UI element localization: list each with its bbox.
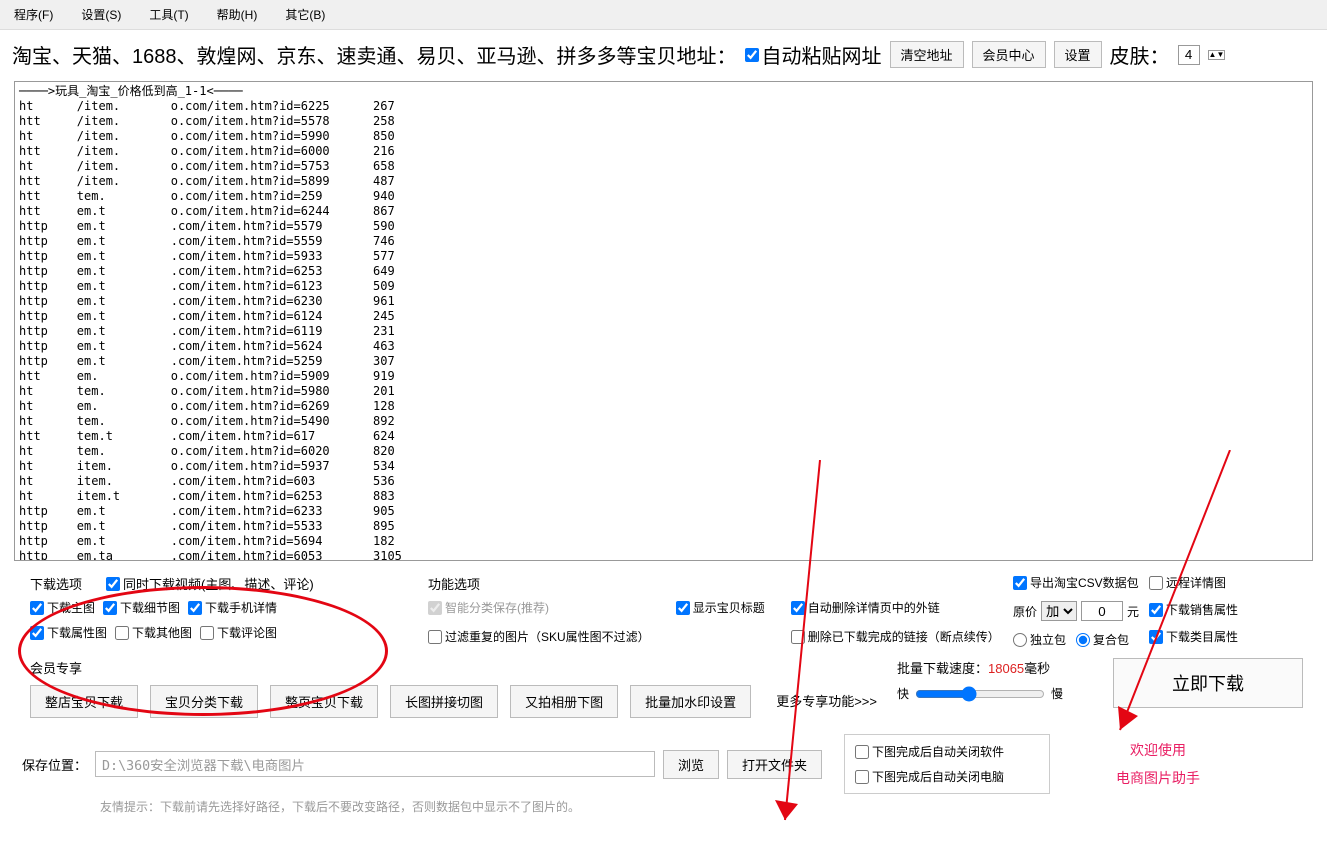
fast-label: 快 <box>897 685 909 702</box>
opt-remote-detail[interactable]: 远程详情图 <box>1149 574 1238 591</box>
func-smart-save[interactable]: 智能分类保存(推荐) <box>428 599 650 616</box>
long-img-button[interactable]: 长图拼接切图 <box>390 685 498 718</box>
spinner-icon[interactable]: ▲▼ <box>1208 50 1226 60</box>
func-filter-dup[interactable]: 过滤重复的图片（SKU属性图不过滤） <box>428 628 650 645</box>
member-exclusive-group: 会员专享 整店宝贝下载 宝贝分类下载 整页宝贝下载 长图拼接切图 又拍相册下图 … <box>30 658 751 718</box>
price-unit: 元 <box>1127 603 1139 620</box>
opt-sale-attr[interactable]: 下载销售属性 <box>1149 601 1238 618</box>
auto-paste-checkbox[interactable]: 自动粘贴网址 <box>745 40 882 69</box>
address-label: 淘宝、天猫、1688、敦煌网、京东、速卖通、易贝、亚马逊、拼多多等宝贝地址： <box>12 40 737 69</box>
skin-label: 皮肤： <box>1110 40 1170 69</box>
menu-settings[interactable]: 设置(S) <box>81 6 121 23</box>
url-textarea[interactable]: ────>玩具_淘宝_价格低到高_1-1<──── ht /item. o.co… <box>14 81 1313 561</box>
download-options-group: 下载选项 同时下载视频(主图、描述、评论) 下载主图 下载细节图 下载手机详情 … <box>30 574 400 648</box>
menu-tools[interactable]: 工具(T) <box>149 6 188 23</box>
func-show-title[interactable]: 显示宝贝标题 <box>676 599 765 616</box>
opt-comment-img[interactable]: 下载评论图 <box>200 624 277 641</box>
speed-unit: 毫秒 <box>1024 661 1050 676</box>
opt-detail-img[interactable]: 下载细节图 <box>103 599 180 616</box>
clear-address-button[interactable]: 清空地址 <box>890 41 964 68</box>
dl-options-title: 下载选项 <box>30 574 82 593</box>
whole-page-button[interactable]: 整页宝贝下载 <box>270 685 378 718</box>
classify-button[interactable]: 宝贝分类下载 <box>150 685 258 718</box>
auto-close-group: 下图完成后自动关闭软件 下图完成后自动关闭电脑 <box>844 734 1050 794</box>
price-label: 原价 <box>1013 603 1037 620</box>
opt-attr-img[interactable]: 下载属性图 <box>30 624 107 641</box>
member-center-button[interactable]: 会员中心 <box>972 41 1046 68</box>
price-op-select[interactable]: 加 <box>1041 601 1077 621</box>
speed-slider[interactable] <box>915 686 1045 702</box>
download-now-button[interactable]: 立即下载 <box>1113 658 1303 708</box>
menu-program[interactable]: 程序(F) <box>14 6 53 23</box>
export-options-group: 导出淘宝CSV数据包 原价 加 元 独立包 复合包 远程详情图 下载销售属性 下… <box>1013 574 1313 648</box>
opt-export-csv[interactable]: 导出淘宝CSV数据包 <box>1013 574 1139 591</box>
auto-close-soft[interactable]: 下图完成后自动关闭软件 <box>855 743 1039 760</box>
price-line: 原价 加 元 <box>1013 601 1139 621</box>
open-folder-button[interactable]: 打开文件夹 <box>727 750 822 779</box>
opt-cat-attr[interactable]: 下载类目属性 <box>1149 628 1238 645</box>
menubar[interactable]: 程序(F) 设置(S) 工具(T) 帮助(H) 其它(B) <box>0 0 1327 30</box>
radio-compound[interactable]: 复合包 <box>1076 631 1129 648</box>
welcome-text: 欢迎使用 电商图片助手 <box>1058 740 1258 788</box>
toolbar: 淘宝、天猫、1688、敦煌网、京东、速卖通、易贝、亚马逊、拼多多等宝贝地址： 自… <box>0 30 1327 79</box>
func-del-done[interactable]: 删除已下载完成的链接（断点续传） <box>791 628 1000 645</box>
opt-mobile-detail[interactable]: 下载手机详情 <box>188 599 277 616</box>
speed-value: 18065 <box>988 661 1024 676</box>
menu-other[interactable]: 其它(B) <box>285 6 325 23</box>
opt-other-img[interactable]: 下载其他图 <box>115 624 192 641</box>
speed-label: 批量下载速度： <box>897 661 988 676</box>
radio-indep[interactable]: 独立包 <box>1013 631 1066 648</box>
menu-help[interactable]: 帮助(H) <box>217 6 258 23</box>
opt-main-img[interactable]: 下载主图 <box>30 599 95 616</box>
browse-button[interactable]: 浏览 <box>663 750 719 779</box>
whole-shop-button[interactable]: 整店宝贝下载 <box>30 685 138 718</box>
save-path-input[interactable] <box>95 751 655 777</box>
more-func-link[interactable]: 更多专享功能>>> <box>776 691 877 718</box>
settings-button[interactable]: 设置 <box>1054 41 1102 68</box>
url-list-area: ────>玩具_淘宝_价格低到高_1-1<──── ht /item. o.co… <box>14 81 1313 564</box>
watermark-button[interactable]: 批量加水印设置 <box>630 685 751 718</box>
member-title: 会员专享 <box>30 658 751 677</box>
skin-spinner[interactable] <box>1178 45 1200 65</box>
slow-label: 慢 <box>1051 685 1063 702</box>
album-button[interactable]: 又拍相册下图 <box>510 685 618 718</box>
price-value-input[interactable] <box>1081 601 1123 621</box>
speed-block: 批量下载速度：18065毫秒 快 慢 <box>897 658 1097 702</box>
hint-text: 友情提示：下载前请先选择好路径，下载后不要改变路径，否则数据包中显示不了图片的。 <box>0 794 1327 815</box>
download-now-block: 立即下载 <box>1113 658 1313 708</box>
func-auto-del-links[interactable]: 自动删除详情页中的外链 <box>791 599 1000 616</box>
auto-close-pc[interactable]: 下图完成后自动关闭电脑 <box>855 768 1039 785</box>
function-options-group: 功能选项 智能分类保存(推荐) 过滤重复的图片（SKU属性图不过滤） 显示宝贝标… <box>428 574 1005 648</box>
save-location-label: 保存位置： <box>22 755 87 774</box>
opt-video[interactable]: 同时下载视频(主图、描述、评论) <box>106 574 314 593</box>
func-title: 功能选项 <box>428 574 1005 593</box>
